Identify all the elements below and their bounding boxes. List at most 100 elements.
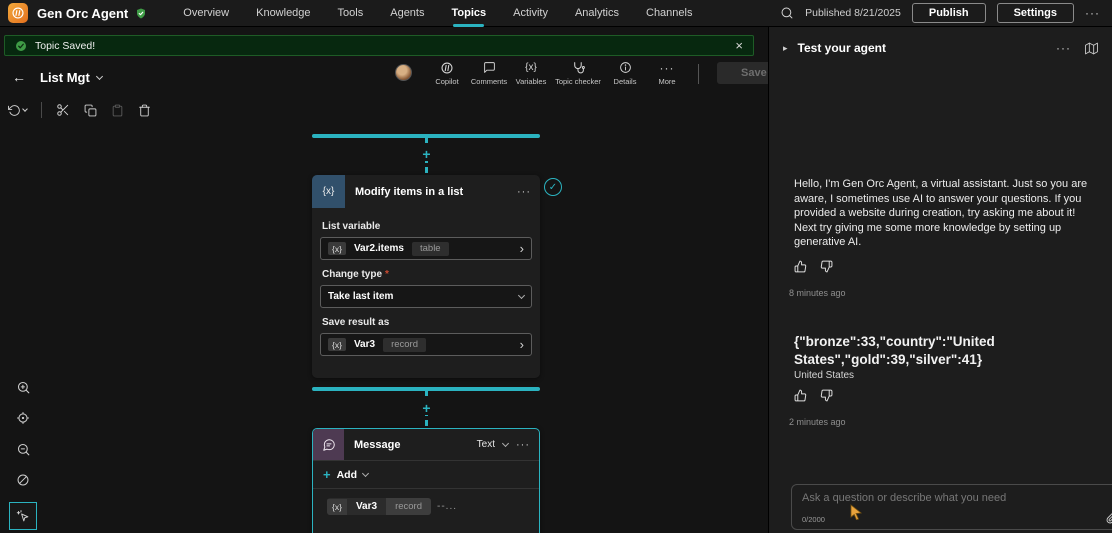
message-variable-type-badge: record <box>386 498 431 515</box>
scissors-icon <box>56 103 70 117</box>
variable-chip-icon: {x} <box>328 242 346 255</box>
bot-message-subtext: United States <box>794 370 1096 381</box>
save-result-label: Save result as <box>322 317 532 328</box>
more-tools-button[interactable]: ··· More <box>646 60 688 86</box>
chat-input[interactable] <box>802 492 1092 504</box>
publish-button[interactable]: Publish <box>912 3 986 23</box>
cut-button[interactable] <box>56 103 70 117</box>
variable-node-icon: {x} <box>312 175 345 208</box>
message-node-header[interactable]: Message Text ··· <box>313 429 539 460</box>
activity-map-icon[interactable] <box>1085 42 1098 55</box>
thumbs-down-icon[interactable] <box>820 260 833 273</box>
undo-button[interactable] <box>8 104 27 117</box>
topbar-more-icon[interactable]: ··· <box>1085 6 1100 20</box>
nav-tab-overview[interactable]: Overview <box>183 0 229 27</box>
change-type-label: Change type* <box>322 269 532 280</box>
paste-button[interactable] <box>111 104 124 117</box>
bot-message: {"bronze":33,"country":"United States","… <box>794 333 1096 427</box>
list-variable-value: Var2.items <box>354 243 404 254</box>
save-result-value: Var3 <box>354 339 375 350</box>
add-node-button-middle[interactable]: + <box>419 400 434 415</box>
undo-dropdown-chevron-icon[interactable] <box>22 106 28 112</box>
message-mode-select[interactable]: Text <box>477 439 495 450</box>
add-node-button-top[interactable]: + <box>419 146 434 161</box>
list-variable-field[interactable]: {x} Var2.items table › <box>320 237 532 260</box>
message-timestamp: 2 minutes ago <box>789 417 1096 427</box>
topic-title-chevron-icon <box>96 72 103 79</box>
comments-button[interactable]: Comments <box>468 60 510 86</box>
modify-items-node-header[interactable]: {x} Modify items in a list ··· <box>312 175 540 208</box>
search-icon[interactable] <box>780 6 794 20</box>
test-agent-panel: ▸ Test your agent ··· Hello, I'm Gen Orc… <box>768 27 1112 533</box>
node-divider <box>313 488 539 489</box>
banner-message: Topic Saved! <box>35 40 95 52</box>
center-canvas-button[interactable] <box>10 407 36 429</box>
attachment-paperclip-icon[interactable] <box>1106 512 1112 524</box>
reset-zoom-icon <box>16 473 30 487</box>
more-icon: ··· <box>660 61 675 75</box>
success-check-icon <box>15 40 27 52</box>
modify-items-node[interactable]: {x} Modify items in a list ··· List vari… <box>312 175 540 378</box>
app-screen: Gen Orc Agent Overview Knowledge Tools A… <box>0 0 1112 533</box>
change-type-select[interactable]: Take last item <box>320 285 532 308</box>
reset-zoom-button[interactable] <box>10 469 36 491</box>
copilot-button[interactable]: Copilot <box>426 60 468 86</box>
list-variable-type-badge: table <box>412 242 449 256</box>
nav-tab-channels[interactable]: Channels <box>646 0 692 27</box>
thumbs-up-icon[interactable] <box>794 260 807 273</box>
banner-close-icon[interactable]: × <box>735 39 743 52</box>
details-button[interactable]: Details <box>604 60 646 86</box>
add-content-button[interactable]: + Add <box>313 461 539 488</box>
undo-icon <box>8 104 21 117</box>
nav-tab-topics[interactable]: Topics <box>451 0 486 27</box>
message-node[interactable]: Message Text ··· + Add {x} Var3 record -… <box>312 428 540 533</box>
nav-tab-analytics[interactable]: Analytics <box>575 0 619 27</box>
published-status: Published 8/21/2025 <box>805 7 901 19</box>
pointer-tool-button[interactable] <box>9 502 37 530</box>
chevron-right-icon: › <box>520 242 524 255</box>
nav-tab-tools[interactable]: Tools <box>338 0 364 27</box>
change-type-value: Take last item <box>328 291 393 302</box>
thumbs-down-icon[interactable] <box>820 389 833 402</box>
variables-icon: {x} <box>525 62 537 73</box>
chevron-down-icon <box>518 292 525 299</box>
panel-more-icon[interactable]: ··· <box>1056 41 1071 55</box>
panel-collapse-icon[interactable]: ▸ <box>783 43 788 54</box>
nav-tab-activity[interactable]: Activity <box>513 0 548 27</box>
message-content-row[interactable]: {x} Var3 record --... <box>327 498 539 515</box>
zoom-in-button[interactable] <box>10 376 36 398</box>
back-button[interactable]: ← <box>12 69 26 85</box>
variable-chip-icon: {x} <box>327 499 347 515</box>
topic-checker-button[interactable]: Topic checker <box>552 60 604 86</box>
zoom-out-button[interactable] <box>10 438 36 460</box>
toolbar-divider <box>698 64 699 84</box>
comments-icon <box>483 60 496 75</box>
bot-message-json: {"bronze":33,"country":"United States","… <box>794 333 1084 368</box>
node-more-icon[interactable]: ··· <box>516 439 530 451</box>
chat-input-box[interactable]: 0/2000 <box>791 484 1112 530</box>
chevron-down-icon <box>362 470 369 477</box>
save-result-field[interactable]: {x} Var3 record › <box>320 333 532 356</box>
nav-tab-agents[interactable]: Agents <box>390 0 424 27</box>
message-variable-value: Var3 <box>356 501 377 512</box>
copy-button[interactable] <box>84 104 97 117</box>
node-saved-check-badge: ✓ <box>544 178 562 196</box>
copilot-icon <box>440 60 454 75</box>
verified-shield-icon <box>135 7 147 20</box>
variables-button[interactable]: {x} Variables <box>510 60 552 86</box>
char-counter: 0/2000 <box>802 515 825 524</box>
required-asterisk: * <box>385 269 389 280</box>
node-more-icon[interactable]: ··· <box>517 186 540 198</box>
settings-button[interactable]: Settings <box>997 3 1074 23</box>
user-avatar[interactable] <box>395 64 412 81</box>
delete-button[interactable] <box>138 104 151 117</box>
message-bubble-icon <box>313 429 344 460</box>
list-variable-label: List variable <box>322 221 532 232</box>
node-title: Message <box>354 439 477 451</box>
topic-title[interactable]: List Mgt <box>40 70 90 85</box>
chevron-right-icon: › <box>520 338 524 351</box>
nav-tab-knowledge[interactable]: Knowledge <box>256 0 310 27</box>
main-nav: Overview Knowledge Tools Agents Topics A… <box>183 0 692 27</box>
thumbs-up-icon[interactable] <box>794 389 807 402</box>
app-logo-icon[interactable] <box>8 3 28 23</box>
